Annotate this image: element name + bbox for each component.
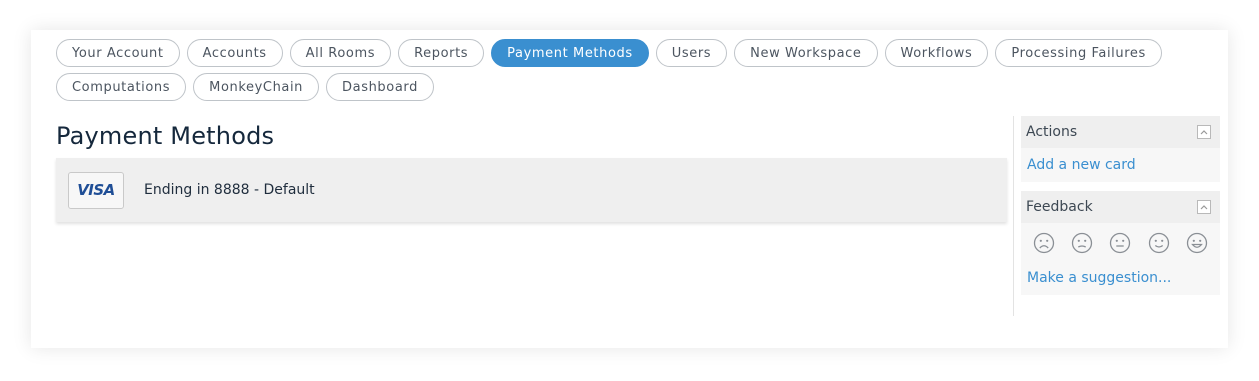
nav-row-1: Your Account Accounts All Rooms Reports … [56,39,1176,67]
very-sad-face-icon[interactable] [1033,232,1055,254]
top-nav: Your Account Accounts All Rooms Reports … [56,39,1176,107]
sidebar: Actions Add a new card Feedback Make a s… [1013,116,1220,316]
tab-dashboard[interactable]: Dashboard [326,73,434,101]
payment-method-description: Ending in 8888 - Default [144,182,315,198]
visa-card-icon: VISA [68,171,124,209]
tab-your-account[interactable]: Your Account [56,39,180,67]
feedback-panel-title: Feedback [1026,199,1093,215]
actions-panel: Actions Add a new card [1021,116,1220,182]
main-card: Your Account Accounts All Rooms Reports … [31,30,1228,348]
tab-workflows[interactable]: Workflows [884,39,989,67]
add-card-link[interactable]: Add a new card [1021,148,1220,182]
page-title: Payment Methods [56,122,275,150]
tab-processing-failures[interactable]: Processing Failures [995,39,1162,67]
very-happy-face-icon[interactable] [1186,232,1208,254]
feedback-panel: Feedback Make a suggestion... [1021,191,1220,295]
payment-method-row[interactable]: VISA Ending in 8888 - Default [56,158,1007,222]
tab-new-workspace[interactable]: New Workspace [734,39,878,67]
tab-payment-methods[interactable]: Payment Methods [491,39,649,67]
make-suggestion-link[interactable]: Make a suggestion... [1021,258,1220,295]
feedback-panel-header: Feedback [1021,191,1220,223]
tab-all-rooms[interactable]: All Rooms [289,39,392,67]
collapse-icon[interactable] [1197,200,1211,214]
feedback-faces [1021,223,1220,258]
nav-row-2: Computations MonkeyChain Dashboard [56,73,1176,101]
tab-computations[interactable]: Computations [56,73,187,101]
happy-face-icon[interactable] [1148,232,1170,254]
tab-accounts[interactable]: Accounts [186,39,283,67]
actions-panel-title: Actions [1026,124,1078,140]
actions-panel-header: Actions [1021,116,1220,148]
neutral-face-icon[interactable] [1109,232,1131,254]
tab-monkeychain[interactable]: MonkeyChain [193,73,320,101]
collapse-icon[interactable] [1197,125,1211,139]
tab-reports[interactable]: Reports [398,39,485,67]
sad-face-icon[interactable] [1071,232,1093,254]
tab-users[interactable]: Users [655,39,728,67]
